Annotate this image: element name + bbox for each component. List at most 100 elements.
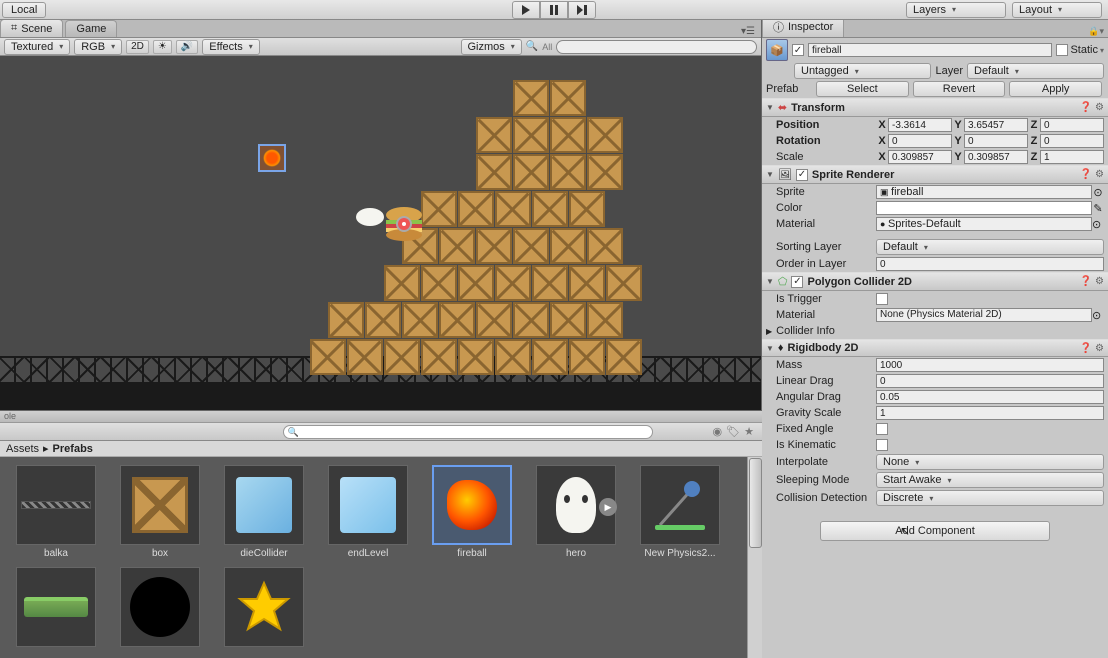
asset-item[interactable]: New Physics2... [632,465,728,559]
gizmos-dropdown[interactable]: Gizmos [461,39,522,55]
asset-item[interactable]: box [112,465,208,559]
angular-drag-field[interactable] [876,390,1104,404]
collision-dropdown[interactable]: Discrete [876,490,1104,506]
crate [550,117,586,153]
transform-header[interactable]: ▼⬌Transform❓ ⚙ [762,98,1108,117]
asset-item[interactable] [112,567,208,650]
label-icon[interactable]: 🏷 [726,425,740,438]
asset-item[interactable]: ▶hero [528,465,624,559]
gravity-field[interactable] [876,406,1104,420]
pause-button[interactable] [540,1,568,19]
rot-x[interactable] [888,134,952,148]
filter-icon[interactable]: ◉ [713,425,723,438]
eyedropper-icon[interactable]: ✎ [1092,202,1104,215]
asset-grid[interactable]: balkaboxdieColliderendLevelfireball▶hero… [0,457,747,658]
linear-drag-field[interactable] [876,374,1104,388]
layers-dropdown[interactable]: Layers [906,2,1006,18]
color-field[interactable] [876,201,1092,215]
rigidbody-header[interactable]: ▼♦Rigidbody 2D❓ ⚙ [762,339,1108,357]
gear-icon[interactable]: ❓ ⚙ [1080,102,1104,113]
sprite-enabled[interactable] [796,169,808,181]
rot-z[interactable] [1040,134,1104,148]
trigger-checkbox[interactable] [876,293,888,305]
gear-icon[interactable]: ❓ ⚙ [1080,276,1104,287]
tab-game[interactable]: Game [65,20,117,37]
object-picker-icon[interactable]: ⊙ [1092,309,1104,322]
crate [513,154,549,190]
object-picker-icon[interactable]: ⊙ [1092,186,1104,199]
asset-item[interactable]: fireball [424,465,520,559]
pos-z[interactable] [1040,118,1104,132]
effects-dropdown[interactable]: Effects [202,39,259,55]
sorting-layer-dropdown[interactable]: Default [876,239,1104,255]
asset-item[interactable] [216,567,312,650]
static-dropdown-icon[interactable]: ▾ [1100,46,1104,55]
crate [439,302,475,338]
layer-dropdown[interactable]: Default [967,63,1104,79]
gear-icon[interactable]: ❓ ⚙ [1080,343,1104,354]
play-preview-icon[interactable]: ▶ [599,498,617,516]
object-name-field[interactable] [808,43,1052,57]
scene-viewport[interactable] [0,56,761,410]
order-field[interactable] [876,257,1104,271]
phys-material-field[interactable]: None (Physics Material 2D) [876,308,1092,322]
polygon-header[interactable]: ▼⬠Polygon Collider 2D❓ ⚙ [762,272,1108,291]
collider-enabled[interactable] [791,276,803,288]
assets-search[interactable]: 🔍 [283,425,653,439]
sprite-icon: 🖼 [778,168,792,181]
scale-x[interactable] [888,150,952,164]
breadcrumb-current[interactable]: Prefabs [53,443,93,455]
scale-y[interactable] [964,150,1028,164]
sprite-renderer-header[interactable]: ▼🖼Sprite Renderer❓ ⚙ [762,165,1108,184]
crate [310,339,346,375]
pos-y[interactable] [964,118,1028,132]
crate [606,265,642,301]
fireball-selection[interactable] [258,144,286,172]
crate [421,265,457,301]
crate [532,339,568,375]
asset-scrollbar[interactable] [747,457,762,658]
scene-search[interactable] [556,40,757,54]
tab-scene[interactable]: ⌗Scene [0,19,63,37]
asset-item[interactable]: dieCollider [216,465,312,559]
asset-item[interactable]: balka [8,465,104,559]
interpolate-dropdown[interactable]: None [876,454,1104,470]
add-component-button[interactable]: Add Component↖ [820,521,1050,541]
star-icon[interactable]: ★ [744,425,754,438]
tag-dropdown[interactable]: Untagged [794,63,931,79]
asset-item[interactable]: endLevel [320,465,416,559]
active-checkbox[interactable] [792,44,804,56]
tab-inspector[interactable]: ⓘInspector [762,20,844,37]
sleep-dropdown[interactable]: Start Awake [876,472,1104,488]
asset-item[interactable] [8,567,104,650]
sprite-field[interactable]: ▣ fireball [876,185,1092,199]
pos-x[interactable] [888,118,952,132]
play-button[interactable] [512,1,540,19]
render-mode-dropdown[interactable]: Textured [4,39,70,55]
audio-toggle[interactable]: 🔊 [176,40,198,54]
gear-icon[interactable]: ❓ ⚙ [1080,169,1104,180]
lock-icon[interactable]: 🔒▾ [1088,26,1108,37]
panel-menu-icon[interactable]: ▾☰ [735,26,761,37]
mass-field[interactable] [876,358,1104,372]
local-button[interactable]: Local [2,2,46,18]
inspector-icon: ⓘ [773,20,784,35]
material-field[interactable]: ● Sprites-Default [876,217,1092,231]
2d-toggle[interactable]: 2D [126,40,149,54]
lighting-toggle[interactable]: ☀ [153,40,172,54]
prefab-revert[interactable]: Revert [913,81,1006,97]
breadcrumb-root[interactable]: Assets [6,443,39,455]
layout-dropdown[interactable]: Layout [1012,2,1102,18]
rot-y[interactable] [964,134,1028,148]
object-picker-icon[interactable]: ⊙ [1092,218,1104,231]
scale-z[interactable] [1040,150,1104,164]
color-mode-dropdown[interactable]: RGB [74,39,122,55]
step-button[interactable] [568,1,596,19]
prefab-select[interactable]: Select [816,81,909,97]
ground-graphic [0,384,761,410]
prefab-apply[interactable]: Apply [1009,81,1102,97]
fixed-angle-checkbox[interactable] [876,423,888,435]
static-checkbox[interactable] [1056,44,1068,56]
crate [421,339,457,375]
kinematic-checkbox[interactable] [876,439,888,451]
